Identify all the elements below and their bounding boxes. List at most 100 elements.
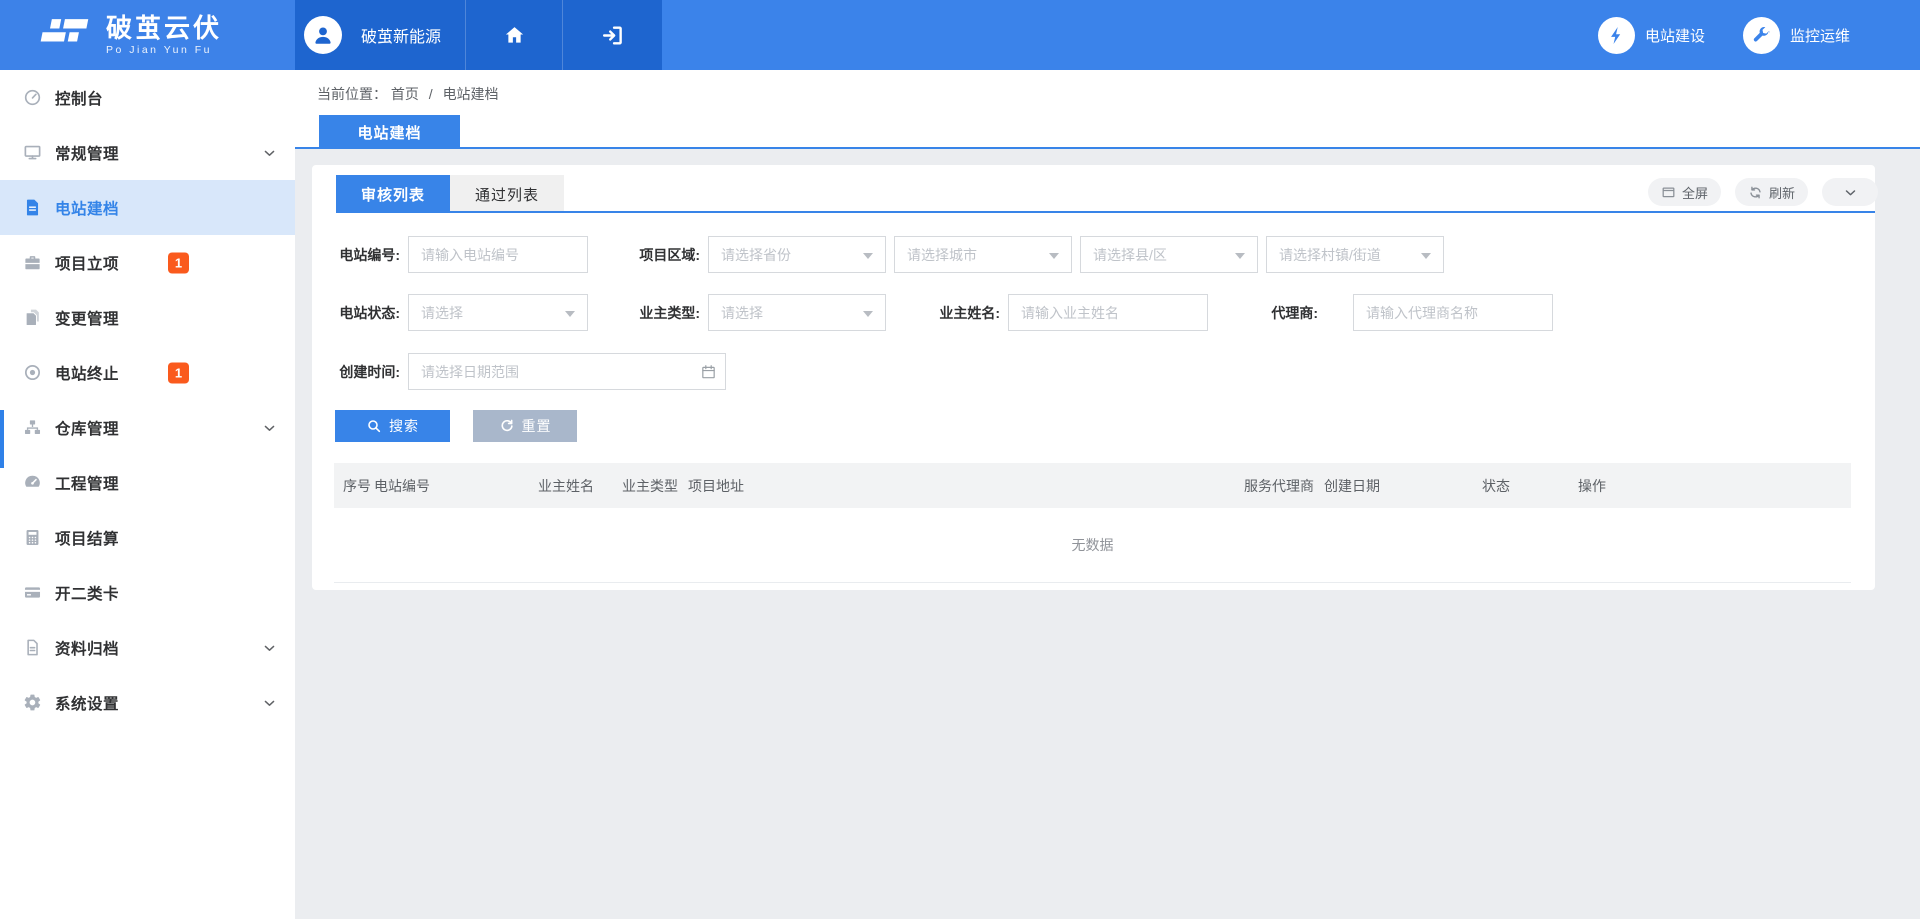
top-header: 破茧云伏 Po Jian Yun Fu 破茧新能源	[0, 0, 1920, 70]
speedometer-icon	[22, 473, 42, 493]
card-icon	[22, 583, 42, 603]
header-user-menu[interactable]: 破茧新能源	[295, 0, 465, 70]
caret-down-icon	[565, 311, 575, 317]
sidebar-item-project-settlement[interactable]: 项目结算	[0, 510, 295, 565]
sidebar-item-general-management[interactable]: 常规管理	[0, 125, 295, 180]
date-range-input[interactable]	[408, 353, 726, 390]
station-code-input[interactable]	[408, 236, 588, 273]
collapse-toolbar-button[interactable]	[1822, 178, 1878, 206]
filter-station-status: 电站状态: 请选择	[312, 294, 588, 331]
brand-logo-icon	[36, 13, 92, 57]
briefcase-icon	[22, 253, 42, 273]
wrench-icon	[1751, 25, 1771, 45]
gear-icon	[22, 693, 42, 713]
province-select[interactable]: 请选择省份	[708, 236, 886, 273]
filter-actions: 搜索 重置	[335, 410, 577, 442]
county-select[interactable]: 请选择县/区	[1080, 236, 1258, 273]
brand-subtitle: Po Jian Yun Fu	[106, 44, 222, 56]
nav-monitor-ops[interactable]: 监控运维	[1743, 17, 1850, 54]
breadcrumb-current: 电站建档	[443, 86, 499, 102]
column-header-owner-type: 业主类型	[622, 463, 688, 508]
calculator-icon	[22, 528, 42, 548]
signout-button[interactable]	[562, 0, 662, 70]
gauge-icon	[22, 88, 42, 108]
sidebar-item-station-filing[interactable]: 电站建档	[0, 180, 295, 235]
chevron-down-icon	[262, 145, 277, 160]
tab-passed-list[interactable]: 通过列表	[450, 175, 564, 213]
sidebar-item-warehouse-management[interactable]: 仓库管理	[0, 400, 295, 455]
filter-station-code: 电站编号:	[312, 236, 588, 273]
column-header-station-code: 电站编号	[374, 463, 538, 508]
search-button[interactable]: 搜索	[335, 410, 450, 442]
column-header-owner-name: 业主姓名	[538, 463, 622, 508]
breadcrumb: 当前位置： 首页 / 电站建档	[317, 84, 499, 104]
sidebar-item-data-archive[interactable]: 资料归档	[0, 620, 295, 675]
result-table: 序号 电站编号 业主姓名 业主类型 项目地址 服务代理商 创建日期 状态 操作 …	[334, 463, 1851, 583]
column-header-service-agent: 服务代理商	[1244, 463, 1324, 508]
home-button[interactable]	[465, 0, 562, 70]
tab-review-list[interactable]: 审核列表	[336, 175, 450, 213]
header-right-nav: 电站建设 监控运维	[1598, 0, 1920, 70]
nav-monitor-ops-label: 监控运维	[1790, 25, 1850, 46]
empty-state: 无数据	[334, 508, 1851, 583]
reset-button[interactable]: 重置	[473, 410, 577, 442]
chevron-down-icon	[262, 640, 277, 655]
reset-icon	[499, 418, 515, 434]
main-content: 审核列表 通过列表 全屏 刷新 电站编号:	[295, 149, 1920, 919]
village-select[interactable]: 请选择村镇/街道	[1266, 236, 1444, 273]
sign-in-icon	[600, 23, 625, 48]
column-header-actions: 操作	[1578, 463, 1851, 508]
breadcrumb-prefix: 当前位置：	[317, 86, 387, 102]
page-tab-station-filing[interactable]: 电站建档	[319, 115, 460, 149]
station-status-select[interactable]: 请选择	[408, 294, 588, 331]
fullscreen-button[interactable]: 全屏	[1648, 178, 1721, 206]
owner-type-label: 业主类型:	[612, 303, 700, 323]
city-select[interactable]: 请选择城市	[894, 236, 1072, 273]
sidebar-item-card-opening[interactable]: 开二类卡	[0, 565, 295, 620]
sidebar-item-project-initiation[interactable]: 项目立项 1	[0, 235, 295, 290]
chevron-down-icon	[1843, 185, 1858, 200]
caret-down-icon	[863, 311, 873, 317]
sidebar-item-change-management[interactable]: 变更管理	[0, 290, 295, 345]
sidebar-item-system-settings[interactable]: 系统设置	[0, 675, 295, 730]
column-header-status: 状态	[1482, 463, 1578, 508]
create-time-label: 创建时间:	[312, 362, 400, 382]
search-icon	[366, 418, 382, 434]
agent-label: 代理商:	[1230, 303, 1318, 323]
project-region-label: 项目区域:	[612, 245, 700, 265]
brand-logo: 破茧云伏 Po Jian Yun Fu	[0, 0, 295, 70]
station-code-label: 电站编号:	[312, 245, 400, 265]
brand-title: 破茧云伏	[106, 14, 222, 42]
owner-name-input[interactable]	[1008, 294, 1208, 331]
caret-down-icon	[1049, 253, 1059, 259]
filter-owner-type: 业主类型: 请选择	[612, 294, 886, 331]
monitor-icon	[22, 143, 42, 163]
filter-project-region: 项目区域: 请选择省份 请选择城市 请选择县/区 请选择村镇/街道	[612, 236, 1444, 273]
nav-station-build-label: 电站建设	[1645, 25, 1705, 46]
sidebar-item-console[interactable]: 控制台	[0, 70, 295, 125]
owner-name-label: 业主姓名:	[912, 303, 1000, 323]
caret-down-icon	[1421, 253, 1431, 259]
breadcrumb-separator: /	[429, 86, 433, 102]
app-root: 破茧云伏 Po Jian Yun Fu 破茧新能源	[0, 0, 1920, 919]
fullscreen-icon	[1661, 185, 1676, 200]
nav-station-build[interactable]: 电站建设	[1598, 17, 1705, 54]
caret-down-icon	[1235, 253, 1245, 259]
filter-owner-name: 业主姓名:	[912, 294, 1208, 331]
refresh-icon	[1748, 185, 1763, 200]
chevron-down-icon	[262, 420, 277, 435]
notification-badge: 1	[168, 362, 189, 383]
owner-type-select[interactable]: 请选择	[708, 294, 886, 331]
refresh-button[interactable]: 刷新	[1735, 178, 1808, 206]
person-icon	[311, 23, 335, 47]
document-icon	[22, 198, 42, 218]
breadcrumb-home-link[interactable]: 首页	[391, 86, 419, 102]
sidebar-scrollbar-thumb[interactable]	[0, 410, 4, 468]
table-header-row: 序号 电站编号 业主姓名 业主类型 项目地址 服务代理商 创建日期 状态 操作	[334, 463, 1851, 508]
agent-input[interactable]	[1353, 294, 1553, 331]
station-filing-panel: 审核列表 通过列表 全屏 刷新 电站编号:	[312, 165, 1875, 590]
sitemap-icon	[22, 418, 42, 438]
sidebar-item-engineering-management[interactable]: 工程管理	[0, 455, 295, 510]
breadcrumb-band: 当前位置： 首页 / 电站建档 电站建档	[295, 70, 1920, 149]
sidebar-item-station-termination[interactable]: 电站终止 1	[0, 345, 295, 400]
